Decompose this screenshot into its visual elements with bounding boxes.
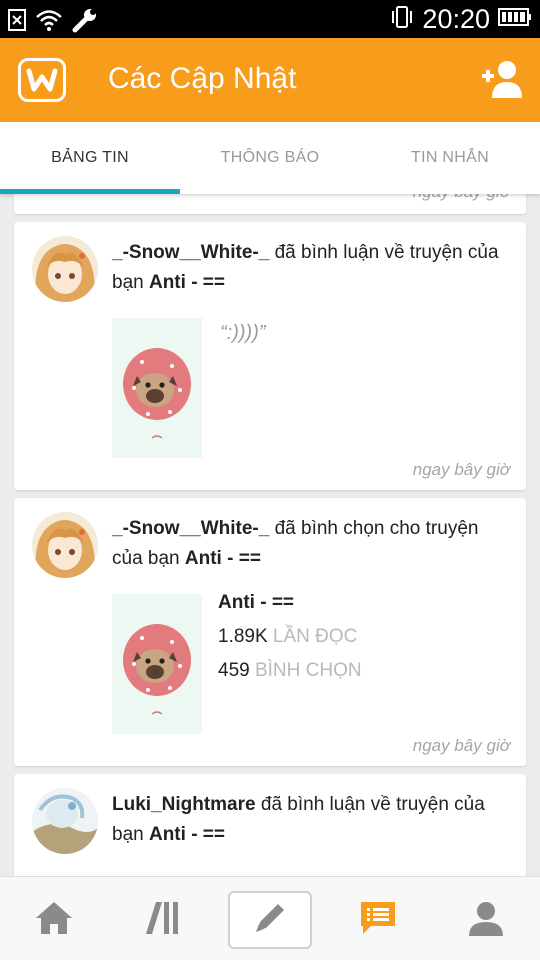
avatar[interactable] xyxy=(32,236,98,302)
battery-icon xyxy=(498,7,532,32)
avatar[interactable] xyxy=(32,788,98,854)
feed-headline: Luki_Nightmare đã bình luận về truyện củ… xyxy=(112,790,512,850)
message-icon xyxy=(359,900,397,941)
wifi-icon xyxy=(36,9,62,36)
nav-updates-button[interactable] xyxy=(336,891,420,949)
reads-label: LẦN ĐỌC xyxy=(267,626,358,647)
feed-card[interactable]: Luki_Nightmare đã bình luận về truyện củ… xyxy=(14,774,526,876)
story-name[interactable]: Anti - == xyxy=(185,548,261,569)
wattpad-logo-icon[interactable] xyxy=(18,58,66,102)
nav-profile-button[interactable] xyxy=(444,891,528,949)
feed-card[interactable]: _-Snow__White-_ đã bình chọn cho truyện … xyxy=(14,498,526,766)
library-icon xyxy=(144,900,180,941)
feed-card[interactable]: _-Snow__White-_ đã bình luận về truyện c… xyxy=(14,222,526,490)
tab-messages[interactable]: TIN NHẮN xyxy=(360,122,540,194)
feed-headline: _-Snow__White-_ đã bình chọn cho truyện … xyxy=(112,514,512,574)
nav-library-button[interactable] xyxy=(120,891,204,949)
tab-notifications[interactable]: THÔNG BÁO xyxy=(180,122,360,194)
timestamp: ngay bây giờ xyxy=(412,736,510,755)
active-tab-indicator xyxy=(0,189,180,194)
status-time: 20:20 xyxy=(422,4,490,34)
avatar[interactable] xyxy=(32,512,98,578)
pencil-icon xyxy=(252,900,288,941)
news-feed[interactable]: ngay bây giờ _-Snow__White-_ đã bình luậ… xyxy=(0,194,540,876)
feed-card[interactable]: ngay bây giờ xyxy=(14,194,526,214)
close-notification-icon xyxy=(8,9,26,36)
username[interactable]: _-Snow__White-_ xyxy=(112,518,269,539)
story-cover[interactable] xyxy=(112,594,202,734)
story-name[interactable]: Anti - == xyxy=(149,272,225,293)
home-icon xyxy=(34,900,74,941)
feed-headline: _-Snow__White-_ đã bình luận về truyện c… xyxy=(112,238,512,298)
profile-icon xyxy=(467,900,505,941)
votes-stat: 459 BÌNH CHỌN xyxy=(218,660,362,682)
timestamp: ngay bây giờ xyxy=(412,460,510,479)
tab-bar: BẢNG TIN THÔNG BÁO TIN NHẮN xyxy=(0,122,540,194)
tab-news-feed[interactable]: BẢNG TIN xyxy=(0,122,180,194)
nav-write-button[interactable] xyxy=(228,891,312,949)
comment-text: “:))))” xyxy=(220,322,266,344)
add-user-button[interactable] xyxy=(480,58,524,102)
nav-home-button[interactable] xyxy=(12,891,96,949)
story-title[interactable]: Anti - == xyxy=(218,592,294,614)
username[interactable]: Luki_Nightmare xyxy=(112,794,256,815)
vibrate-icon xyxy=(390,5,414,34)
username[interactable]: _-Snow__White-_ xyxy=(112,242,269,263)
bottom-navigation xyxy=(0,876,540,960)
story-name[interactable]: Anti - == xyxy=(149,824,225,845)
reads-stat: 1.89K LẦN ĐỌC xyxy=(218,626,357,648)
status-bar: 20:20 xyxy=(0,0,540,38)
page-title: Các Cập Nhật xyxy=(108,62,297,95)
votes-value: 459 xyxy=(218,660,250,681)
reads-value: 1.89K xyxy=(218,626,268,647)
app-bar: Các Cập Nhật xyxy=(0,38,540,122)
add-user-icon xyxy=(480,61,524,106)
timestamp: ngay bây giờ xyxy=(413,194,510,202)
story-cover[interactable] xyxy=(112,318,202,458)
votes-label: BÌNH CHỌN xyxy=(249,660,362,681)
wrench-icon xyxy=(72,7,98,38)
